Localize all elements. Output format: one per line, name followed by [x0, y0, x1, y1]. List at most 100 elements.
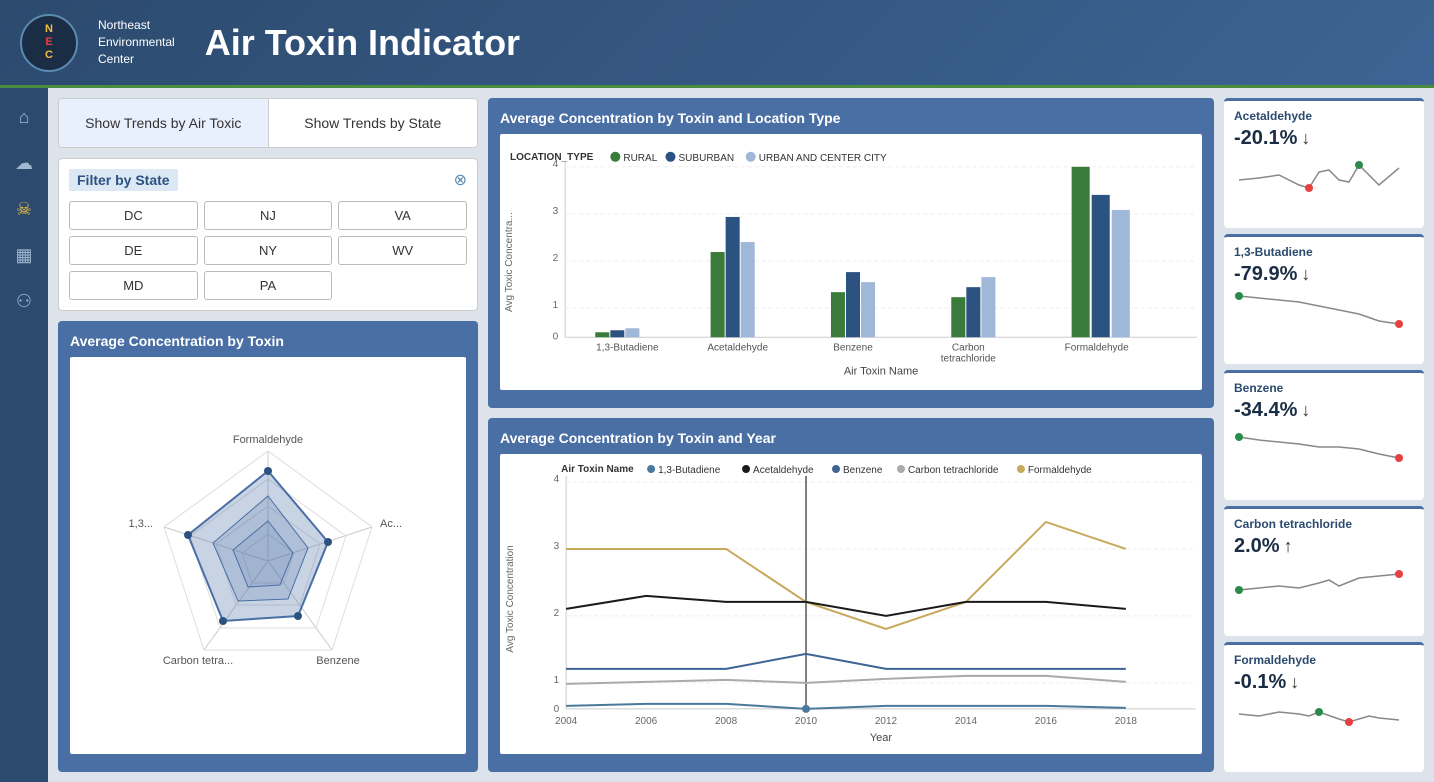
svg-text:Avg Toxic Concentra...: Avg Toxic Concentra... [504, 212, 515, 312]
state-md[interactable]: MD [69, 271, 198, 300]
carbon-card-title: Carbon tetrachloride [1234, 517, 1414, 531]
state-ny[interactable]: NY [204, 236, 333, 265]
filter-clear-icon[interactable]: ⊗ [454, 170, 467, 190]
home-icon[interactable]: ⌂ [5, 98, 43, 136]
svg-text:Formaldehyde: Formaldehyde [1028, 465, 1092, 476]
svg-text:4: 4 [554, 474, 560, 485]
acetaldehyde-card: Acetaldehyde -20.1% ↓ [1224, 98, 1424, 228]
svg-text:1: 1 [553, 300, 559, 311]
state-pa[interactable]: PA [204, 271, 333, 300]
svg-text:Formaldehyde: Formaldehyde [233, 434, 303, 446]
svg-text:Carbon tetra...: Carbon tetra... [163, 655, 233, 667]
benzene-card: Benzene -34.4% ↓ [1224, 370, 1424, 500]
svg-text:2: 2 [553, 253, 559, 264]
carbon-value: 2.0% [1234, 535, 1280, 558]
app-title: Air Toxin Indicator [205, 22, 520, 64]
center-panel: Average Concentration by Toxin and Locat… [488, 98, 1214, 772]
svg-text:2006: 2006 [635, 716, 658, 727]
app-header: N E C Northeast Environmental Center Air… [0, 0, 1434, 88]
svg-text:2014: 2014 [955, 716, 978, 727]
radar-chart: Formaldehyde Ac... Benzene Carbon tetra.… [70, 357, 466, 754]
formaldehyde-value: -0.1% [1234, 671, 1286, 694]
svg-text:RURAL: RURAL [623, 153, 657, 164]
svg-text:2010: 2010 [795, 716, 818, 727]
butadiene-card: 1,3-Butadiene -79.9% ↓ [1224, 234, 1424, 364]
acetaldehyde-arrow: ↓ [1301, 128, 1310, 149]
svg-text:Year: Year [870, 732, 893, 744]
state-grid: DC NJ VA DE NY WV MD PA [69, 201, 467, 300]
svg-text:Air Toxin Name: Air Toxin Name [844, 365, 918, 377]
butadiene-arrow: ↓ [1301, 264, 1310, 285]
formaldehyde-card-title: Formaldehyde [1234, 653, 1414, 667]
hazard-icon[interactable]: ☠ [5, 190, 43, 228]
butadiene-value: -79.9% [1234, 263, 1297, 286]
svg-text:Benzene: Benzene [843, 465, 883, 476]
svg-text:0: 0 [554, 704, 560, 715]
svg-text:Ac...: Ac... [380, 518, 402, 530]
svg-text:1: 1 [554, 675, 560, 686]
benzene-arrow: ↓ [1301, 400, 1310, 421]
show-trends-state-button[interactable]: Show Trends by State [269, 99, 478, 147]
state-nj[interactable]: NJ [204, 201, 333, 230]
bar-chart-panel: Average Concentration by Toxin and Locat… [488, 98, 1214, 408]
cloud-icon[interactable]: ☁ [5, 144, 43, 182]
formaldehyde-arrow: ↓ [1290, 672, 1299, 693]
svg-text:1,3...: 1,3... [129, 518, 153, 530]
trend-button-group: Show Trends by Air Toxic Show Trends by … [58, 98, 478, 148]
org-name: Northeast Environmental Center [98, 17, 175, 67]
state-va[interactable]: VA [338, 201, 467, 230]
svg-text:2: 2 [554, 608, 560, 619]
acetaldehyde-card-title: Acetaldehyde [1234, 109, 1414, 123]
butadiene-card-title: 1,3-Butadiene [1234, 245, 1414, 259]
show-trends-air-toxic-button[interactable]: Show Trends by Air Toxic [59, 99, 269, 147]
radar-panel: Average Concentration by Toxin [58, 321, 478, 772]
svg-text:Benzene: Benzene [833, 342, 873, 353]
svg-text:Benzene: Benzene [316, 655, 359, 667]
filter-panel: Filter by State ⊗ DC NJ VA DE NY WV MD P… [58, 158, 478, 311]
svg-text:2008: 2008 [715, 716, 738, 727]
svg-text:4: 4 [553, 159, 559, 170]
svg-text:URBAN AND CENTER CITY: URBAN AND CENTER CITY [759, 153, 887, 164]
svg-text:1,3-Butadiene: 1,3-Butadiene [658, 465, 721, 476]
svg-text:Air Toxin Name: Air Toxin Name [561, 464, 634, 475]
left-panel: Show Trends by Air Toxic Show Trends by … [58, 98, 478, 772]
svg-text:Acetaldehyde: Acetaldehyde [753, 465, 814, 476]
logo-n: N [45, 23, 53, 35]
svg-text:Carbon tetrachloride: Carbon tetrachloride [908, 465, 999, 476]
filter-header: Filter by State ⊗ [69, 169, 467, 191]
formaldehyde-card: Formaldehyde -0.1% ↓ [1224, 642, 1424, 772]
logo-c: C [45, 49, 53, 61]
state-dc[interactable]: DC [69, 201, 198, 230]
bar-chart-title: Average Concentration by Toxin and Locat… [500, 110, 1202, 126]
svg-text:2016: 2016 [1035, 716, 1058, 727]
logo: N E C [20, 14, 78, 72]
logo-e: E [45, 36, 52, 48]
filter-title: Filter by State [69, 169, 178, 191]
svg-text:SUBURBAN: SUBURBAN [679, 153, 735, 164]
svg-text:2012: 2012 [875, 716, 898, 727]
person-icon[interactable]: ⚇ [5, 282, 43, 320]
building-icon[interactable]: ▦ [5, 236, 43, 274]
sidebar: ⌂ ☁ ☠ ▦ ⚇ [0, 88, 48, 782]
state-wv[interactable]: WV [338, 236, 467, 265]
line-chart-title: Average Concentration by Toxin and Year [500, 430, 1202, 446]
svg-text:3: 3 [553, 206, 559, 217]
right-panel: Acetaldehyde -20.1% ↓ 1,3-Butadiene -79.… [1224, 98, 1424, 772]
svg-text:Formaldehyde: Formaldehyde [1065, 342, 1129, 353]
svg-text:2004: 2004 [555, 716, 578, 727]
svg-text:Carbon: Carbon [952, 342, 985, 353]
svg-text:0: 0 [553, 331, 559, 342]
benzene-card-title: Benzene [1234, 381, 1414, 395]
line-chart-panel: Average Concentration by Toxin and Year … [488, 418, 1214, 772]
svg-text:Acetaldehyde: Acetaldehyde [707, 342, 768, 353]
svg-text:2018: 2018 [1115, 716, 1138, 727]
radar-title: Average Concentration by Toxin [70, 333, 466, 349]
svg-text:tetrachloride: tetrachloride [941, 353, 997, 364]
main-content: Show Trends by Air Toxic Show Trends by … [48, 88, 1434, 782]
acetaldehyde-value: -20.1% [1234, 127, 1297, 150]
svg-text:3: 3 [554, 541, 560, 552]
state-de[interactable]: DE [69, 236, 198, 265]
carbon-card: Carbon tetrachloride 2.0% ↑ [1224, 506, 1424, 636]
svg-text:1,3-Butadiene: 1,3-Butadiene [596, 342, 659, 353]
carbon-arrow: ↑ [1284, 536, 1293, 557]
